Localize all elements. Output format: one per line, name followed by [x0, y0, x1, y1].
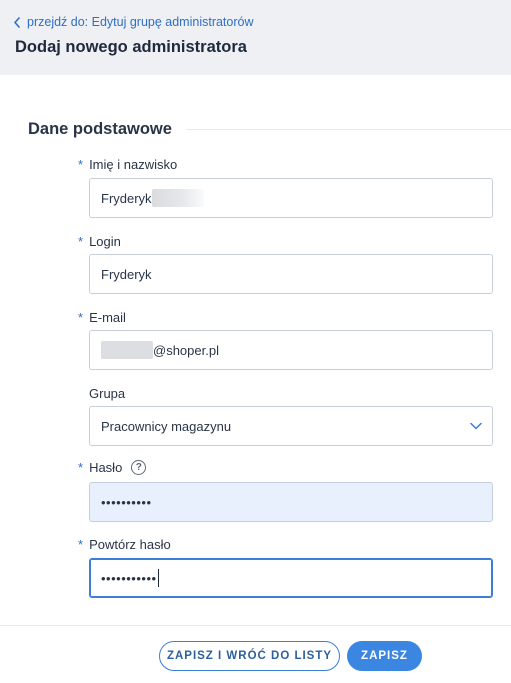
full-name-label-text: Imię i nazwisko: [89, 157, 178, 172]
email-label: * E-mail: [78, 310, 126, 325]
email-label-text: E-mail: [89, 310, 126, 325]
help-icon[interactable]: ?: [131, 460, 147, 475]
repeat-password-label-text: Powtórz hasło: [89, 537, 171, 552]
required-mark: *: [78, 537, 84, 552]
email-value: @shoper.pl: [153, 342, 219, 358]
back-link[interactable]: przejdź do: Edytuj grupę administratorów: [13, 15, 254, 29]
email-input[interactable]: @shoper.pl: [89, 330, 493, 370]
password-value: ••••••••••: [101, 494, 152, 510]
page-title: Dodaj nowego administratora: [15, 38, 247, 56]
back-link-label[interactable]: przejdź do: Edytuj grupę administratorów: [27, 15, 254, 29]
redacted-email-user: [101, 341, 153, 359]
section-divider: [186, 129, 511, 130]
repeat-password-value: •••••••••••: [101, 570, 157, 586]
text-caret: [157, 569, 159, 587]
login-label-text: Login: [89, 234, 121, 249]
group-value: Pracownicy magazynu: [101, 418, 232, 434]
footer-divider: [0, 625, 511, 626]
repeat-password-label: * Powtórz hasło: [78, 537, 171, 552]
login-label: * Login: [78, 234, 121, 249]
chevron-left-icon: [14, 16, 20, 28]
required-mark: *: [78, 234, 84, 249]
required-mark: *: [78, 157, 84, 172]
redacted-surname: [151, 189, 204, 207]
password-input[interactable]: ••••••••••: [89, 482, 493, 522]
group-label-text: Grupa: [89, 386, 126, 401]
repeat-password-input[interactable]: •••••••••••: [89, 558, 493, 598]
chevron-down-icon: [470, 422, 482, 430]
group-label: Grupa: [89, 386, 125, 401]
section-title: Dane podstawowe: [28, 120, 172, 138]
group-select[interactable]: Pracownicy magazynu: [89, 406, 493, 446]
page-header: przejdź do: Edytuj grupę administratorów…: [0, 0, 511, 75]
password-label: * Hasło ?: [78, 460, 147, 475]
login-value: Fryderyk: [101, 266, 152, 282]
required-mark: *: [78, 460, 84, 475]
save-and-back-button[interactable]: ZAPISZ I WRÓĆ DO LISTY: [159, 641, 340, 671]
login-input[interactable]: Fryderyk: [89, 254, 493, 294]
password-label-text: Hasło: [89, 460, 123, 475]
full-name-value: Fryderyk: [101, 190, 152, 206]
required-mark: *: [78, 310, 84, 325]
full-name-input[interactable]: Fryderyk: [89, 178, 493, 218]
full-name-label: * Imię i nazwisko: [78, 157, 177, 172]
save-button[interactable]: ZAPISZ: [347, 641, 422, 671]
